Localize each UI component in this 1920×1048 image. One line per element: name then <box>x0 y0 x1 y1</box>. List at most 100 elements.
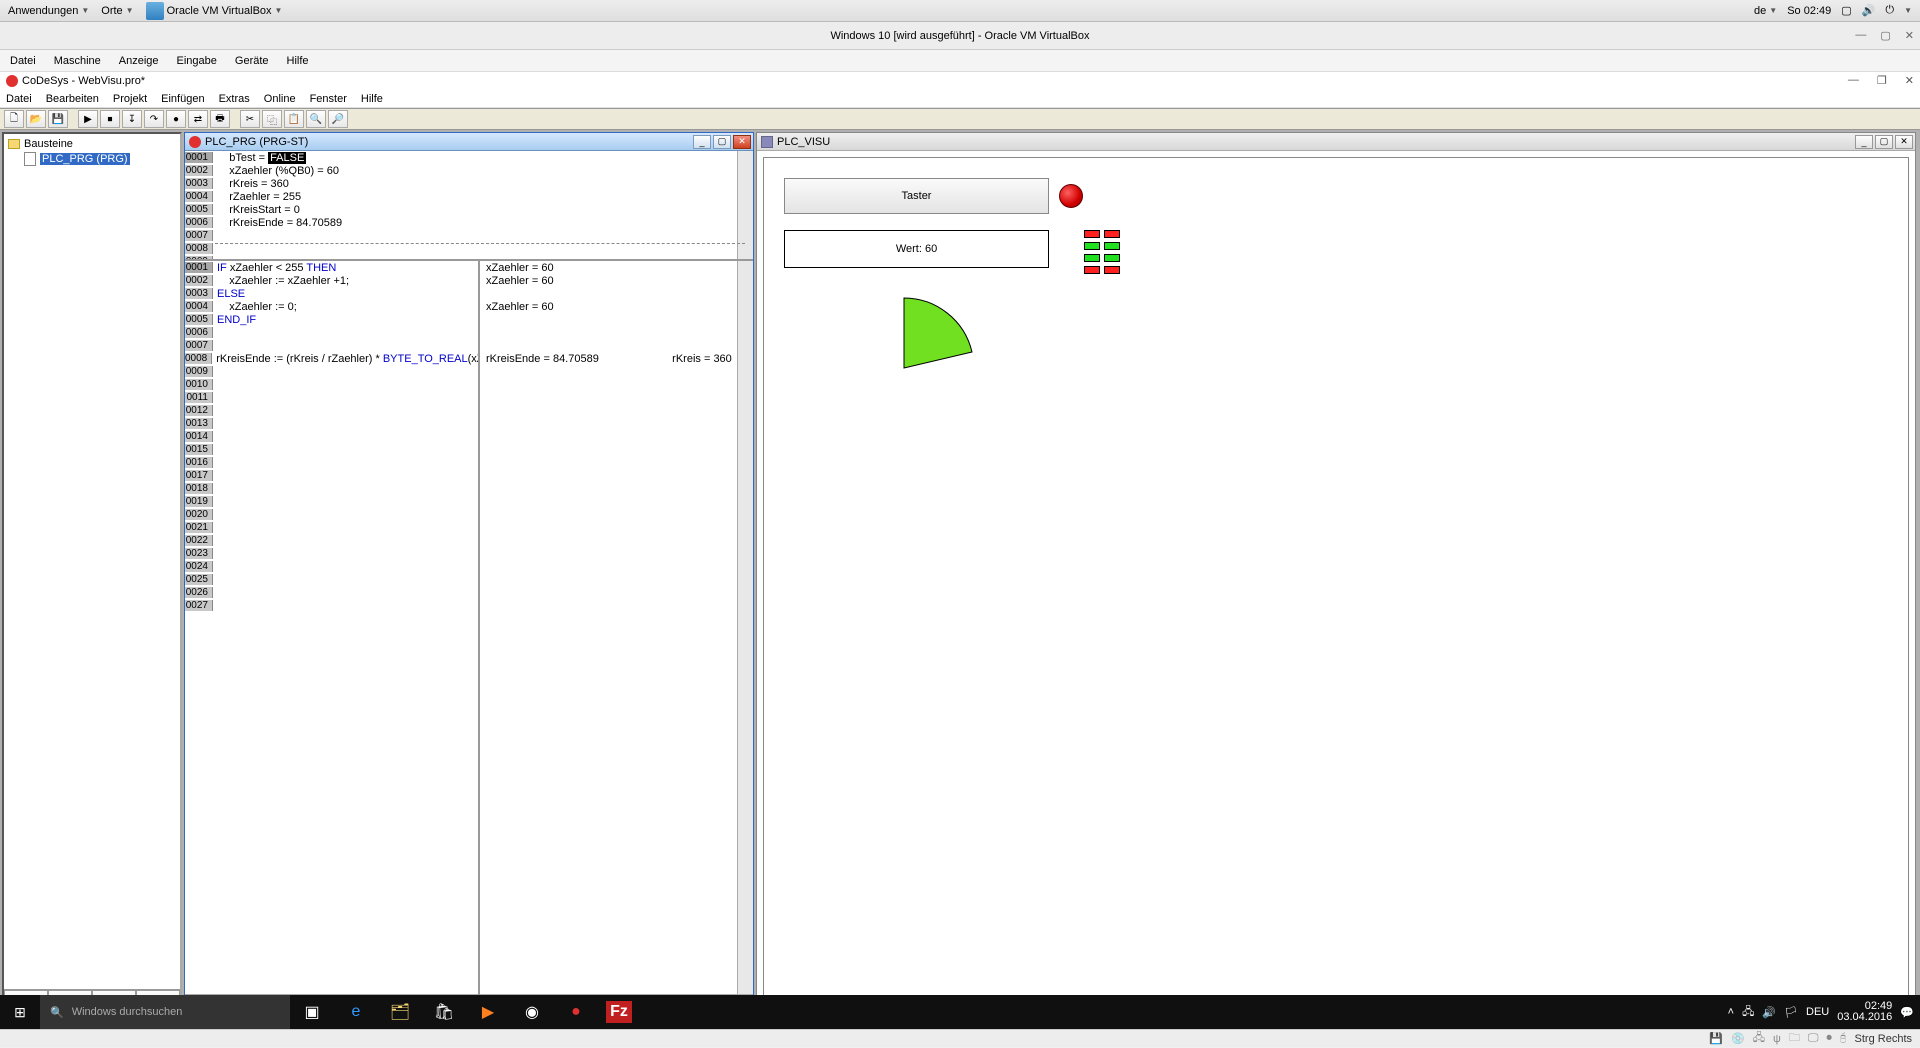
visu-title: PLC_VISU <box>777 136 830 148</box>
windows-search-box[interactable]: 🔍 Windows durchsuchen <box>40 995 290 1029</box>
host-menu-vbox[interactable]: Oracle VM VirtualBox▼ <box>146 2 283 20</box>
toolbar-print-icon[interactable]: 🖶 <box>210 110 230 128</box>
visu-titlebar[interactable]: PLC_VISU _ ▢ ✕ <box>757 133 1915 151</box>
vbox-menu-item[interactable]: Anzeige <box>119 55 159 67</box>
vbox-indicator-network-icon[interactable]: 🖧 <box>1753 1029 1765 1048</box>
edge-icon[interactable]: e <box>334 995 378 1029</box>
host-language-indicator[interactable]: de▼ <box>1754 5 1777 17</box>
tree-folder-root[interactable]: Bausteine <box>8 138 176 150</box>
visu-minimize-button[interactable]: _ <box>1855 135 1873 149</box>
vbox-window-titlebar[interactable]: Windows 10 [wird ausgeführt] - Oracle VM… <box>0 22 1920 50</box>
vbox-menu-item[interactable]: Maschine <box>54 55 101 67</box>
tray-language[interactable]: DEU <box>1806 1006 1829 1018</box>
vbox-indicator-optical-icon[interactable]: 💿 <box>1731 1032 1745 1045</box>
codesys-menu-item[interactable]: Datei <box>6 93 32 105</box>
minimize-button[interactable]: — <box>1855 29 1866 42</box>
toolbar-stop-icon[interactable]: ⏹ <box>100 110 120 128</box>
codesys-app-icon <box>6 75 18 87</box>
chrome-icon[interactable]: ◉ <box>510 995 554 1029</box>
vbox-menubar: Datei Maschine Anzeige Eingabe Geräte Hi… <box>0 50 1920 72</box>
editor-maximize-button[interactable]: ▢ <box>713 135 731 149</box>
vertical-scrollbar[interactable] <box>737 261 753 1010</box>
tree-item-plc-prg[interactable]: PLC_PRG (PRG) <box>24 152 176 166</box>
tray-chevron-up-icon[interactable]: ˄ <box>1728 1006 1734 1018</box>
toolbar-run-icon[interactable]: ▶ <box>78 110 98 128</box>
codesys-titlebar[interactable]: CoDeSys - WebVisu.pro* — ❐ ✕ <box>0 72 1920 90</box>
tray-flag-icon[interactable]: 🏳 <box>1784 1006 1798 1019</box>
app-minimize-button[interactable]: — <box>1848 74 1859 87</box>
vbox-indicator-display-icon[interactable]: 🖵 <box>1808 1032 1819 1045</box>
editor-minimize-button[interactable]: _ <box>693 135 711 149</box>
tray-notifications-icon[interactable]: 💬 <box>1900 1006 1914 1019</box>
store-icon[interactable]: 🛍 <box>422 995 466 1029</box>
vbox-indicator-mouse-icon[interactable]: 🖯 <box>1840 1032 1847 1045</box>
host-menu-applications[interactable]: Anwendungen▼ <box>8 5 89 17</box>
codesys-menu-item[interactable]: Hilfe <box>361 93 383 105</box>
vbox-indicator-usb-icon[interactable]: ψ <box>1773 1033 1781 1045</box>
editor-window: PLC_PRG (PRG-ST) _ ▢ ✕ 0001 bTest = FALS… <box>184 132 754 1011</box>
app-close-button[interactable]: ✕ <box>1905 74 1914 87</box>
codesys-menu-item[interactable]: Einfügen <box>161 93 204 105</box>
host-clock[interactable]: So 02:49 <box>1787 5 1831 17</box>
mini-led <box>1104 266 1120 274</box>
declaration-editor[interactable]: 0001 bTest = FALSE0002 xZaehler (%QB0) =… <box>185 151 753 261</box>
code-editor-left[interactable]: 0001IF xZaehler < 255 THEN0002 xZaehler … <box>185 261 480 1010</box>
codesys-menu-item[interactable]: Online <box>264 93 296 105</box>
vbox-indicator-disk-icon[interactable]: 💾 <box>1709 1032 1723 1045</box>
tray-clock[interactable]: 02:49 03.04.2016 <box>1837 1001 1892 1023</box>
close-button[interactable]: ✕ <box>1905 29 1914 42</box>
project-tree-pane: Bausteine PLC_PRG (PRG) Bau... Da... Vis… <box>2 132 182 1011</box>
file-explorer-icon[interactable]: 🗂 <box>378 995 422 1029</box>
mini-led <box>1084 230 1100 238</box>
task-view-icon[interactable]: ▣ <box>290 995 334 1029</box>
toolbar-find-icon[interactable]: 🔍 <box>306 110 326 128</box>
volume-icon[interactable]: 🔊 <box>1862 4 1876 17</box>
vbox-indicator-record-icon[interactable]: ⏺ <box>1826 1032 1832 1045</box>
host-menu-places[interactable]: Orte▼ <box>101 5 133 17</box>
codesys-menubar: Datei Bearbeiten Projekt Einfügen Extras… <box>0 90 1920 108</box>
toolbar-paste-icon[interactable]: 📋 <box>284 110 304 128</box>
battery-icon[interactable]: ▢ <box>1841 4 1851 17</box>
toolbar-open-icon[interactable]: 📂 <box>26 110 46 128</box>
filezilla-icon[interactable]: Fz <box>606 1001 632 1023</box>
mini-led <box>1104 254 1120 262</box>
system-tray: ˄ 🖧 🔊 🏳 DEU 02:49 03.04.2016 💬 <box>1728 1001 1920 1023</box>
tray-volume-icon[interactable]: 🔊 <box>1762 1006 1776 1019</box>
visu-close-button[interactable]: ✕ <box>1895 135 1913 149</box>
led-grid <box>1084 230 1120 274</box>
codesys-workspace: Bausteine PLC_PRG (PRG) Bau... Da... Vis… <box>0 130 1920 1013</box>
toolbar-new-icon[interactable]: 🗋 <box>4 110 24 128</box>
codesys-menu-item[interactable]: Bearbeiten <box>46 93 99 105</box>
taster-button[interactable]: Taster <box>784 178 1049 214</box>
codesys-menu-item[interactable]: Extras <box>219 93 250 105</box>
toolbar-step-over-icon[interactable]: ↷ <box>144 110 164 128</box>
codesys-title: CoDeSys - WebVisu.pro* <box>22 75 145 87</box>
toolbar-step-icon[interactable]: ↧ <box>122 110 142 128</box>
toolbar-cut-icon[interactable]: ✂ <box>240 110 260 128</box>
codesys-menu-item[interactable]: Fenster <box>310 93 347 105</box>
vbox-menu-item[interactable]: Geräte <box>235 55 269 67</box>
start-button[interactable]: ⊞ <box>0 995 40 1029</box>
toolbar-save-icon[interactable]: 💾 <box>48 110 68 128</box>
toolbar-login-icon[interactable]: ⇄ <box>188 110 208 128</box>
vbox-menu-item[interactable]: Eingabe <box>177 55 217 67</box>
system-menu-chevron[interactable]: ▼ <box>1904 6 1912 15</box>
tray-network-icon[interactable]: 🖧 <box>1742 1003 1754 1022</box>
editor-titlebar[interactable]: PLC_PRG (PRG-ST) _ ▢ ✕ <box>185 133 753 151</box>
app-restore-button[interactable]: ❐ <box>1877 74 1887 87</box>
maximize-button[interactable]: ▢ <box>1880 29 1890 42</box>
toolbar-copy-icon[interactable]: ⿻ <box>262 110 282 128</box>
vbox-menu-item[interactable]: Hilfe <box>287 55 309 67</box>
toolbar-find-next-icon[interactable]: 🔎 <box>328 110 348 128</box>
toolbar-breakpoint-icon[interactable]: ● <box>166 110 186 128</box>
visu-icon <box>761 136 773 148</box>
visu-maximize-button[interactable]: ▢ <box>1875 135 1893 149</box>
code-editor-right[interactable]: xZaehler = 60xZaehler = 60xZaehler = 60r… <box>480 261 753 1010</box>
video-icon[interactable]: ▶ <box>466 995 510 1029</box>
editor-close-button[interactable]: ✕ <box>733 135 751 149</box>
vbox-indicator-shared-icon[interactable]: 🗀 <box>1789 1029 1800 1048</box>
power-icon[interactable]: ⏻ <box>1885 4 1894 17</box>
vbox-menu-item[interactable]: Datei <box>10 55 36 67</box>
codesys-menu-item[interactable]: Projekt <box>113 93 147 105</box>
codesys-taskbar-icon[interactable]: ● <box>554 995 598 1029</box>
